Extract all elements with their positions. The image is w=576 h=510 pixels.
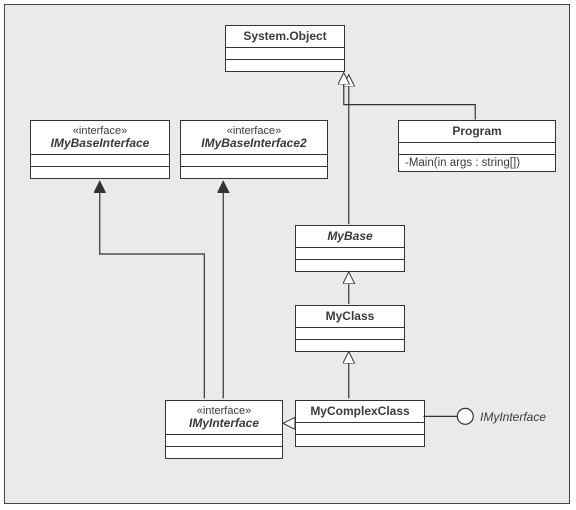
class-name-label: IMyBaseInterface2 <box>201 136 306 150</box>
lollipop-label: IMyInterface <box>480 410 546 424</box>
class-imyinterface: «interface» IMyInterface <box>165 400 283 459</box>
class-imybaseinterface: «interface» IMyBaseInterface <box>30 120 170 179</box>
class-attrs <box>166 434 282 446</box>
class-name-label: System.Object <box>243 29 326 43</box>
class-attrs <box>399 142 555 154</box>
class-ops <box>296 434 424 446</box>
class-name-label: IMyBaseInterface <box>51 136 150 150</box>
lollipop-ball-icon <box>457 408 473 424</box>
class-attrs <box>31 154 169 166</box>
class-ops <box>296 259 404 271</box>
class-title: System.Object <box>226 26 344 47</box>
class-system-object: System.Object <box>225 25 345 72</box>
class-ops <box>31 166 169 178</box>
class-name-label: IMyInterface <box>189 416 259 430</box>
class-title: «interface» IMyBaseInterface2 <box>181 121 327 154</box>
class-program: Program -Main(in args : string[]) <box>398 120 556 172</box>
class-mybase: MyBase <box>295 225 405 272</box>
gen-program-to-systemobject <box>344 73 475 120</box>
class-name-label: Program <box>452 124 501 138</box>
class-title: «interface» IMyBaseInterface <box>31 121 169 154</box>
class-attrs <box>181 154 327 166</box>
class-ops <box>181 166 327 178</box>
class-ops <box>166 446 282 458</box>
class-title: Program <box>399 121 555 142</box>
class-attrs <box>296 422 424 434</box>
connector-layer <box>5 5 569 503</box>
class-name-label: MyClass <box>326 309 375 323</box>
class-imybaseinterface2: «interface» IMyBaseInterface2 <box>180 120 328 179</box>
class-title: MyClass <box>296 306 404 327</box>
class-title: «interface» IMyInterface <box>166 401 282 434</box>
diagram-frame: System.Object «interface» IMyBaseInterfa… <box>4 4 570 504</box>
class-title: MyComplexClass <box>296 401 424 422</box>
class-mycomplexclass: MyComplexClass <box>295 400 425 447</box>
class-attrs <box>296 327 404 339</box>
class-ops <box>296 339 404 351</box>
class-title: MyBase <box>296 226 404 247</box>
class-myclass: MyClass <box>295 305 405 352</box>
gen-imyinterface-to-imybaseinterface <box>100 181 205 398</box>
class-attrs <box>296 247 404 259</box>
class-name-label: MyComplexClass <box>310 404 409 418</box>
class-ops <box>226 59 344 71</box>
class-attrs <box>226 47 344 59</box>
class-ops: -Main(in args : string[]) <box>399 154 555 171</box>
class-name-label: MyBase <box>327 229 372 243</box>
